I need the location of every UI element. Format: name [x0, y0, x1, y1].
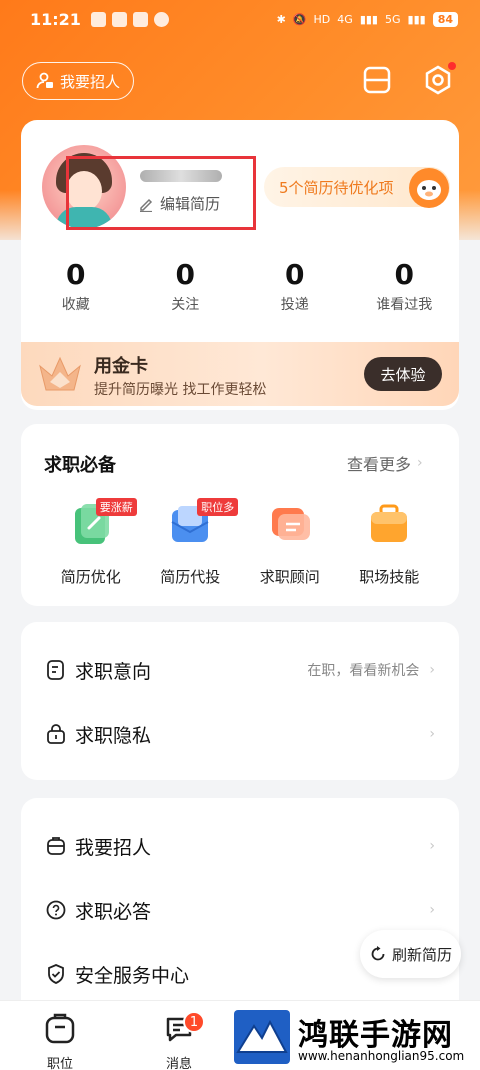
battery-indicator: 84	[432, 11, 458, 27]
crown-icon	[39, 356, 81, 391]
user-name-redacted	[140, 170, 222, 182]
tab-jobs[interactable]: 职位	[30, 1011, 90, 1070]
tool-label: 职场技能	[359, 568, 420, 586]
edit-resume-link[interactable]: 编辑简历	[138, 193, 220, 214]
recruit-button[interactable]: 我要招人	[22, 62, 134, 100]
menu-row-recruit[interactable]: 我要招人 ›	[21, 826, 459, 866]
chevron-right-icon: ›	[417, 455, 423, 471]
stat-value: 0	[285, 258, 305, 291]
consultant-icon	[271, 508, 310, 540]
view-more-label: 查看更多	[347, 455, 412, 474]
watermark-title: 鸿联手游网	[298, 1018, 453, 1053]
stat-value: 0	[175, 258, 195, 291]
intent-card	[21, 622, 459, 780]
recruit-bag-icon	[47, 837, 65, 855]
status-time: 11:21	[30, 9, 81, 29]
chevron-right-icon: ›	[429, 662, 435, 678]
recruit-label: 我要招人	[59, 72, 120, 91]
try-gold-card-button[interactable]: 去体验	[364, 357, 442, 391]
play-icon	[132, 11, 148, 27]
k-app-icon	[153, 11, 169, 27]
pencil-icon	[140, 198, 153, 212]
refresh-icon	[371, 946, 385, 961]
menu-row-privacy[interactable]: 求职隐私 ›	[21, 714, 459, 754]
stat-applications[interactable]: 0 投递	[240, 258, 350, 314]
resume-optimize-label: 5个简历待优化项	[279, 178, 394, 197]
bluetooth-icon: ✱	[276, 12, 286, 26]
stat-favorites[interactable]: 0 收藏	[21, 258, 131, 314]
chevron-right-icon: ›	[429, 838, 435, 854]
tool-label: 求职顾问	[259, 568, 320, 586]
refresh-resume-button[interactable]: 刷新简历	[360, 930, 461, 978]
menu-row-faq[interactable]: 求职必答 ›	[21, 890, 459, 930]
tool-skills[interactable]: 职场技能	[344, 500, 434, 587]
tool-resume-delivery[interactable]: 职位多 简历代投	[145, 498, 239, 587]
notification-icons	[90, 11, 169, 27]
stat-label: 关注	[171, 297, 200, 313]
mute-icon: 🔕	[292, 12, 307, 26]
skills-briefcase-icon	[371, 504, 408, 542]
tab-label: 消息	[165, 1057, 192, 1070]
chevron-right-icon: ›	[429, 902, 435, 918]
stat-label: 谁看过我	[376, 297, 433, 313]
menu-row-label: 我要招人	[75, 836, 152, 859]
chevron-right-icon: ›	[429, 726, 435, 742]
watermark-logo-icon	[234, 1010, 290, 1064]
watermark-url: www.henanhonglian95.com	[298, 1049, 465, 1063]
tool-badge: 职位多	[197, 498, 239, 516]
menu-row-label: 求职意向	[75, 660, 152, 683]
view-more-link[interactable]: 查看更多 ›	[347, 451, 423, 475]
tool-label: 简历代投	[160, 568, 221, 586]
scan-icon[interactable]	[361, 64, 393, 96]
menu-row-label: 求职隐私	[75, 724, 152, 747]
stat-value: 0	[394, 258, 414, 291]
menu-row-label: 安全服务中心	[75, 964, 190, 987]
mascot-icon	[409, 168, 449, 208]
unread-badge: 1	[183, 1011, 205, 1033]
jobs-icon	[45, 1013, 75, 1044]
job-prep-tools: 要涨薪 简历优化 职位多 简历代投 求职顾问 职场技能	[21, 498, 459, 587]
shield-icon	[48, 964, 64, 984]
5g-label: 5G	[384, 12, 401, 26]
app-notification-icon	[90, 11, 106, 27]
stat-label: 投递	[280, 297, 309, 313]
job-prep-title: 求职必备	[44, 455, 116, 476]
stat-value: 0	[66, 258, 86, 291]
question-icon	[46, 900, 66, 920]
hd-label: HD	[313, 12, 331, 26]
tool-badge: 要涨薪	[95, 498, 137, 516]
gold-card-title: 用金卡	[94, 356, 148, 377]
tab-label: 职位	[46, 1057, 73, 1070]
menu-row-label: 求职必答	[75, 900, 152, 923]
stat-following[interactable]: 0 关注	[131, 258, 241, 314]
stat-viewed-me[interactable]: 0 谁看过我	[350, 258, 460, 314]
recruiter-icon	[36, 72, 53, 89]
menu-row-intent[interactable]: 求职意向 在职，看看新机会 ›	[21, 650, 459, 690]
status-indicators: ✱ 🔕 HD 4G ▮▮▮ 5G ▮▮▮ 84	[276, 11, 458, 27]
intent-icon	[47, 660, 64, 680]
signal-icon: ▮▮▮	[359, 12, 378, 26]
tab-messages[interactable]: 1 消息	[149, 1011, 209, 1070]
menu-row-value: 在职，看看新机会	[307, 663, 420, 679]
status-bar: 11:21 ✱ 🔕 HD 4G ▮▮▮ 5G ▮▮▮ 84	[0, 0, 480, 38]
tool-resume-optimize[interactable]: 要涨薪 简历优化	[46, 498, 137, 587]
tool-consultant[interactable]: 求职顾问	[245, 500, 335, 587]
signal-icon-2: ▮▮▮	[407, 12, 426, 26]
stat-label: 收藏	[61, 297, 90, 313]
gold-card-subtitle: 提升简历曝光 找工作更轻松	[94, 382, 267, 398]
telegram-icon	[111, 11, 127, 27]
4g-label: 4G	[337, 12, 353, 26]
settings-notification-dot	[448, 62, 456, 70]
privacy-lock-icon	[47, 724, 65, 744]
edit-resume-label: 编辑简历	[160, 195, 221, 213]
profile-stats: 0 收藏 0 关注 0 投递 0 谁看过我	[21, 258, 459, 314]
refresh-resume-label: 刷新简历	[391, 945, 452, 964]
tool-label: 简历优化	[60, 568, 121, 586]
